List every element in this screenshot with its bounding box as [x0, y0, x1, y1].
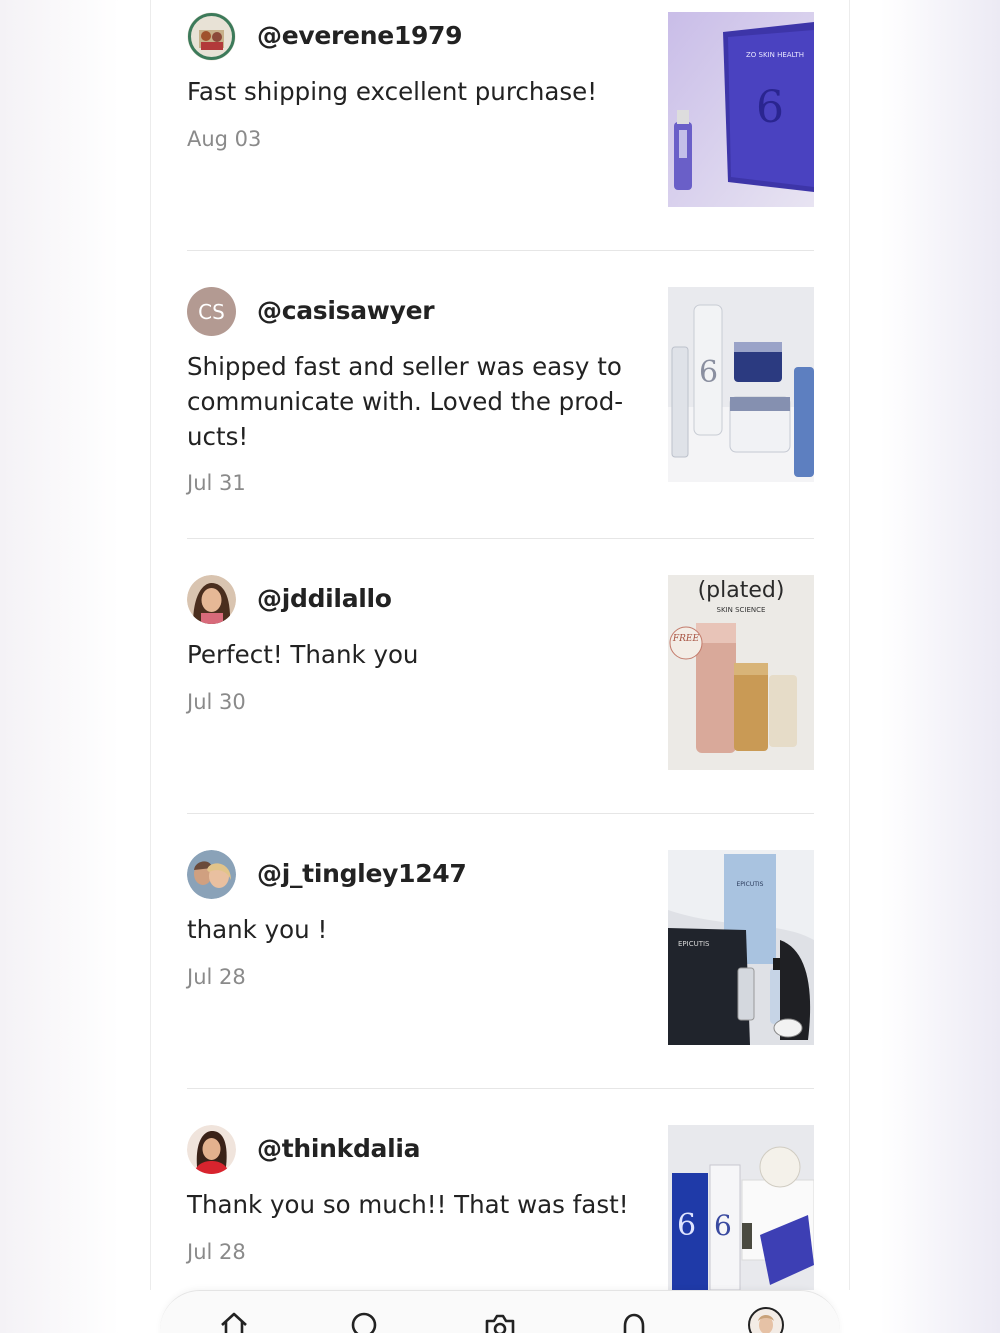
- review-comment: Shipped fast and seller was easy to comm…: [187, 349, 642, 454]
- review-divider: [187, 250, 814, 251]
- review-divider: [187, 538, 814, 539]
- review-date: Jul 30: [187, 690, 246, 714]
- review-item: @j_tingley1247 thank you ! Jul 28 EPICUT…: [187, 850, 814, 1045]
- free-badge-text: FREE: [672, 634, 700, 644]
- camera-icon[interactable]: [484, 1309, 516, 1333]
- review-comment-line: communicate with. Loved the prod-: [187, 387, 624, 416]
- review-divider: [187, 813, 814, 814]
- review-username[interactable]: @j_tingley1247: [257, 859, 467, 888]
- user-avatar[interactable]: CS: [187, 287, 236, 336]
- user-avatar[interactable]: [187, 850, 236, 899]
- home-icon[interactable]: [218, 1309, 250, 1333]
- review-username[interactable]: @thinkdalia: [257, 1134, 421, 1163]
- review-item: @thinkdalia Thank you so much!! That was…: [187, 1125, 814, 1290]
- plated-tagline-text: SKIN SCIENCE: [717, 606, 766, 614]
- zo-skin-set-product-photo[interactable]: 6 6: [668, 1125, 814, 1290]
- svg-text:6: 6: [756, 82, 784, 133]
- search-icon[interactable]: [348, 1309, 380, 1333]
- plated-brand-text: (plated): [698, 578, 785, 603]
- review-item: @jddilallo Perfect! Thank you Jul 30 (pl…: [187, 575, 814, 770]
- review-comment: Perfect! Thank you: [187, 640, 419, 669]
- plated-box-product-photo[interactable]: (plated) SKIN SCIENCE FREE: [668, 575, 814, 770]
- notifications-icon[interactable]: [618, 1309, 650, 1333]
- user-avatar[interactable]: [187, 575, 236, 624]
- review-comment: thank you !: [187, 915, 328, 944]
- review-username[interactable]: @casisawyer: [257, 296, 435, 325]
- epicutis-product-photo[interactable]: EPICUTIS EPICUTIS: [668, 850, 814, 1045]
- user-avatar[interactable]: [187, 12, 236, 61]
- review-comment: Thank you so much!! That was fast!: [187, 1190, 629, 1219]
- skincare-jars-product-photo[interactable]: 6: [668, 287, 814, 482]
- review-username[interactable]: @jddilallo: [257, 584, 392, 613]
- user-avatar[interactable]: [187, 1125, 236, 1174]
- profile-avatar[interactable]: [748, 1307, 784, 1333]
- review-date: Jul 31: [187, 471, 246, 495]
- svg-text:6: 6: [677, 1208, 696, 1243]
- svg-text:6: 6: [714, 1209, 732, 1242]
- svg-text:6: 6: [699, 355, 718, 390]
- avatar-initials: CS: [187, 287, 236, 336]
- review-item: CS @casisawyer Shipped fast and seller w…: [187, 287, 814, 502]
- review-comment: Fast shipping excellent purchase!: [187, 77, 598, 106]
- review-divider: [187, 1088, 814, 1089]
- review-comment-line: Shipped fast and seller was easy to: [187, 352, 622, 381]
- review-date: Aug 03: [187, 127, 262, 151]
- review-item: @everene1979 Fast shipping excellent pur…: [187, 12, 814, 207]
- serum-packet-product-photo[interactable]: ZO SKIN HEALTH 6: [668, 12, 814, 207]
- review-username[interactable]: @everene1979: [257, 21, 463, 50]
- review-comment-line: ucts!: [187, 422, 249, 451]
- svg-text:ZO SKIN HEALTH: ZO SKIN HEALTH: [746, 51, 804, 59]
- svg-text:EPICUTIS: EPICUTIS: [736, 881, 763, 888]
- epicutis-brand-text: EPICUTIS: [678, 940, 710, 948]
- bottom-navigation-bar: [160, 1290, 840, 1333]
- review-date: Jul 28: [187, 965, 246, 989]
- review-date: Jul 28: [187, 1240, 246, 1264]
